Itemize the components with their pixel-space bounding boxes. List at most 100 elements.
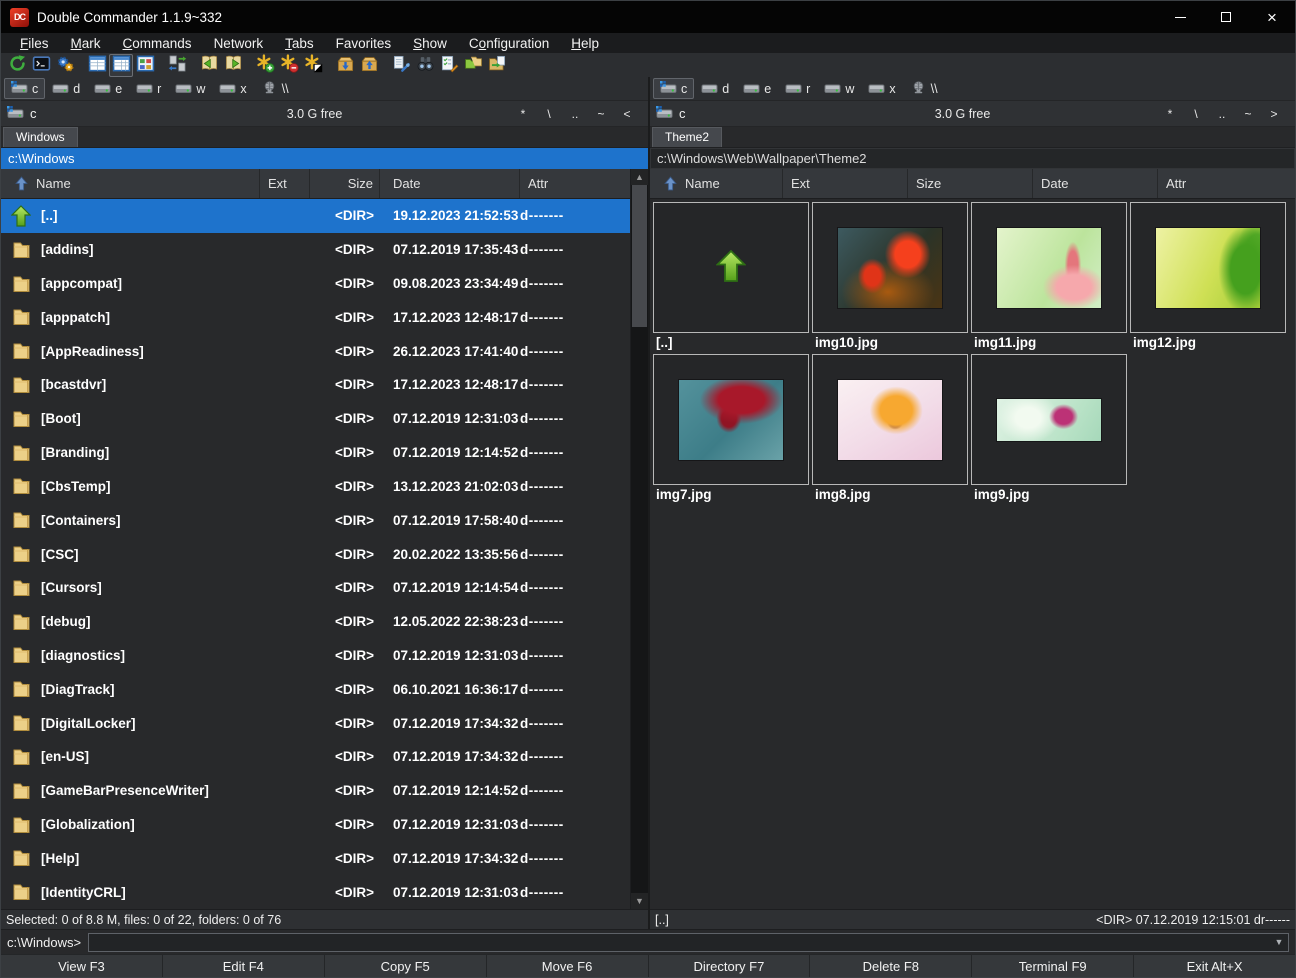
fn-button-delete-f8[interactable]: Delete F8 (810, 955, 971, 977)
file-row[interactable]: [apppatch]<DIR>17.12.2023 12:48:17d-----… (1, 300, 630, 334)
file-row[interactable]: [Help]<DIR>07.12.2019 17:34:32d------- (1, 841, 630, 875)
view-full-button[interactable] (109, 54, 133, 77)
thumbnail-cell[interactable] (1130, 202, 1286, 333)
fn-button-edit-f4[interactable]: Edit F4 (163, 955, 324, 977)
drive-button-x[interactable]: x (861, 78, 902, 99)
tab-theme2[interactable]: Theme2 (652, 127, 722, 147)
scrollbar-thumb[interactable] (632, 185, 647, 327)
close-button[interactable]: × (1249, 1, 1295, 33)
fn-button-copy-f5[interactable]: Copy F5 (325, 955, 486, 977)
file-row[interactable]: [DiagTrack]<DIR>06.10.2021 16:36:17d----… (1, 672, 630, 706)
drive-button-network[interactable]: \\ (254, 78, 296, 99)
drive-button-c[interactable]: c (653, 78, 694, 99)
menu-item-mark[interactable]: Mark (60, 36, 112, 51)
menu-item-commands[interactable]: Commands (112, 36, 203, 51)
column-header-attr[interactable]: Attr (1158, 169, 1295, 198)
file-row[interactable]: [CSC]<DIR>20.02.2022 13:35:56d------- (1, 537, 630, 571)
column-header-date[interactable]: Date (380, 169, 520, 198)
menu-item-favorites[interactable]: Favorites (325, 36, 403, 51)
drive-button-e[interactable]: e (87, 78, 129, 99)
other-panel-dir-button[interactable]: > (1263, 106, 1285, 122)
scrollbar-up-icon[interactable]: ▲ (631, 169, 648, 185)
multi-rename-button[interactable] (437, 54, 461, 77)
home-dir-button[interactable]: ~ (1237, 106, 1259, 122)
swap-panels-button[interactable] (165, 54, 189, 77)
right-current-drive[interactable]: c (656, 106, 766, 122)
file-row[interactable]: [DigitalLocker]<DIR>07.12.2019 17:34:32d… (1, 706, 630, 740)
menu-item-network[interactable]: Network (203, 36, 275, 51)
dir-back-button[interactable] (197, 54, 221, 77)
file-row[interactable]: [Containers]<DIR>07.12.2019 17:58:40d---… (1, 503, 630, 537)
thumbnail-cell[interactable] (971, 354, 1127, 485)
parent-dir-button[interactable]: .. (564, 106, 586, 122)
thumbnail-cell[interactable] (812, 354, 968, 485)
menu-item-show[interactable]: Show (402, 36, 458, 51)
file-row[interactable]: [Boot]<DIR>07.12.2019 12:31:03d------- (1, 402, 630, 436)
menu-item-configuration[interactable]: Configuration (458, 36, 560, 51)
scrollbar-down-icon[interactable]: ▼ (631, 893, 648, 909)
thumbnail-cell[interactable] (971, 202, 1127, 333)
menu-item-files[interactable]: Files (9, 36, 60, 51)
minimize-button[interactable] (1157, 1, 1203, 33)
right-path-bar[interactable]: c:\Windows\Web\Wallpaper\Theme2 (650, 148, 1295, 169)
left-scrollbar[interactable]: ▲ ▼ (630, 169, 648, 909)
unpack-button[interactable] (357, 54, 381, 77)
file-row[interactable]: [Cursors]<DIR>07.12.2019 12:14:54d------… (1, 571, 630, 605)
command-history-dropdown-icon[interactable]: ▼ (1270, 934, 1288, 951)
dir-forward-button[interactable] (221, 54, 245, 77)
tab-windows[interactable]: Windows (3, 127, 78, 147)
options-button[interactable] (53, 54, 77, 77)
other-panel-dir-button[interactable]: < (616, 106, 638, 122)
scrollbar-track[interactable] (631, 185, 648, 893)
drive-button-d[interactable]: d (694, 78, 736, 99)
file-row[interactable]: [debug]<DIR>12.05.2022 22:38:23d------- (1, 605, 630, 639)
drive-button-x[interactable]: x (212, 78, 253, 99)
file-row[interactable]: [IdentityCRL]<DIR>07.12.2019 12:31:03d--… (1, 875, 630, 909)
terminal-button[interactable] (29, 54, 53, 77)
home-dir-button[interactable]: ~ (590, 106, 612, 122)
pack-button[interactable] (333, 54, 357, 77)
left-current-drive[interactable]: c (7, 106, 117, 122)
column-header-ext[interactable]: Ext (783, 169, 908, 198)
properties-button[interactable] (485, 54, 509, 77)
column-header-size[interactable]: Size (908, 169, 1033, 198)
unselect-group-button[interactable] (277, 54, 301, 77)
file-row[interactable]: [GameBarPresenceWriter]<DIR>07.12.2019 1… (1, 774, 630, 808)
drive-button-c[interactable]: c (4, 78, 45, 99)
search-button[interactable] (413, 54, 437, 77)
parent-dir-button[interactable]: .. (1211, 106, 1233, 122)
fn-button-terminal-f9[interactable]: Terminal F9 (972, 955, 1133, 977)
refresh-button[interactable] (5, 54, 29, 77)
column-header-name[interactable]: Name (650, 169, 783, 198)
file-row[interactable]: [diagnostics]<DIR>07.12.2019 12:31:03d--… (1, 639, 630, 673)
column-header-ext[interactable]: Ext (260, 169, 310, 198)
file-row[interactable]: [addins]<DIR>07.12.2019 17:35:43d------- (1, 233, 630, 267)
file-row[interactable]: [CbsTemp]<DIR>13.12.2023 21:02:03d------… (1, 470, 630, 504)
fn-button-directory-f7[interactable]: Directory F7 (649, 955, 810, 977)
command-input[interactable] (89, 934, 1270, 951)
column-header-size[interactable]: Size (310, 169, 380, 198)
file-row[interactable]: [Globalization]<DIR>07.12.2019 12:31:03d… (1, 808, 630, 842)
drive-button-r[interactable]: r (778, 78, 817, 99)
view-thumbnails-button[interactable] (133, 54, 157, 77)
fn-button-move-f6[interactable]: Move F6 (487, 955, 648, 977)
drive-button-d[interactable]: d (45, 78, 87, 99)
file-row[interactable]: [..]<DIR>19.12.2023 21:52:53d------- (1, 199, 630, 233)
root-asterisk-button[interactable]: * (512, 106, 534, 122)
root-dir-button[interactable]: \ (1185, 106, 1207, 122)
maximize-button[interactable] (1203, 1, 1249, 33)
column-header-date[interactable]: Date (1033, 169, 1158, 198)
fn-button-view-f3[interactable]: View F3 (1, 955, 162, 977)
file-row[interactable]: [Branding]<DIR>07.12.2019 12:14:52d-----… (1, 436, 630, 470)
drive-button-r[interactable]: r (129, 78, 168, 99)
file-row[interactable]: [bcastdvr]<DIR>17.12.2023 12:48:17d-----… (1, 368, 630, 402)
thumbnail-cell[interactable] (812, 202, 968, 333)
column-header-attr[interactable]: Attr (520, 169, 630, 198)
thumbnail-cell[interactable] (653, 202, 809, 333)
file-row[interactable]: [AppReadiness]<DIR>26.12.2023 17:41:40d-… (1, 334, 630, 368)
select-group-button[interactable] (253, 54, 277, 77)
compare-button[interactable] (389, 54, 413, 77)
column-header-name[interactable]: Name (1, 169, 260, 198)
drive-button-w[interactable]: w (817, 78, 861, 99)
menu-item-tabs[interactable]: Tabs (274, 36, 325, 51)
